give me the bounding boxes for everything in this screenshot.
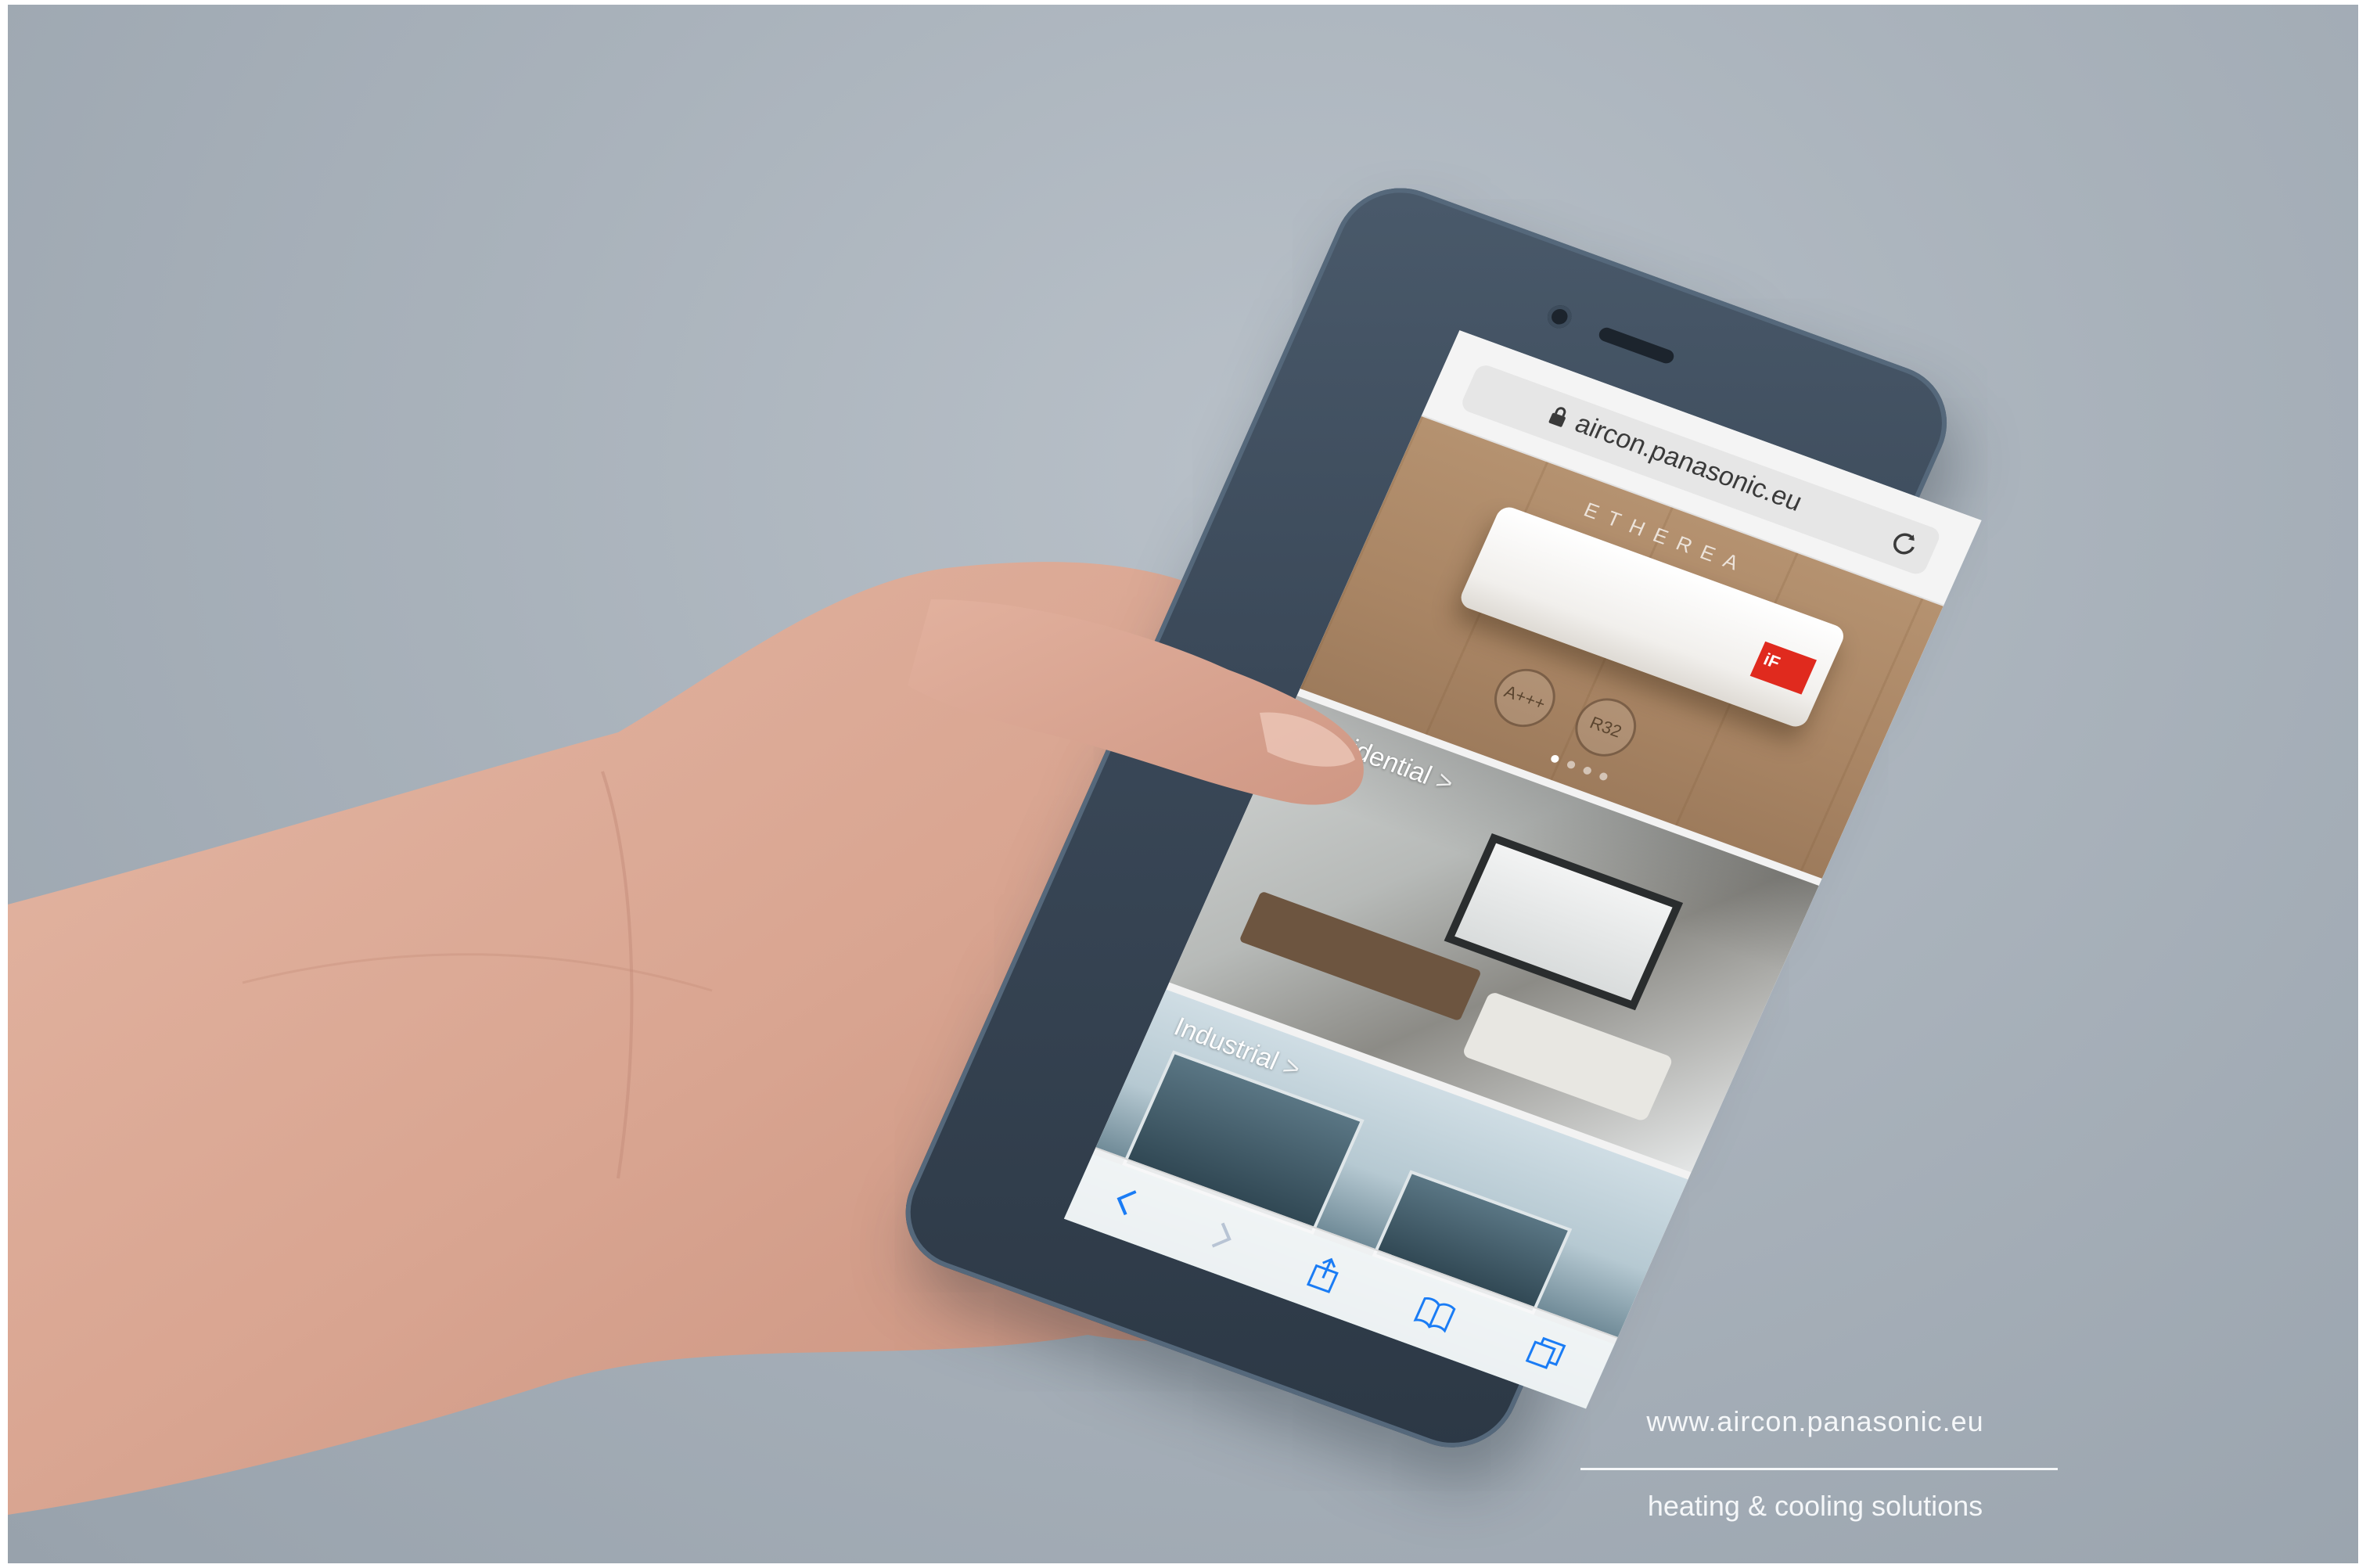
photo-frame: aircon.panasonic.eu ETHEREA iF A+++ R32 … [8,5,2358,1563]
front-camera-icon [1544,301,1576,332]
carousel-dots[interactable] [1548,752,1616,787]
back-icon[interactable] [1101,1178,1152,1225]
energy-class-icon: A+++ [1484,660,1566,735]
share-icon[interactable] [1300,1250,1350,1297]
carousel-dot[interactable] [1581,765,1593,776]
forward-icon[interactable] [1196,1213,1247,1260]
carousel-dot[interactable] [1549,753,1561,764]
refrigerant-label: R32 [1587,712,1625,742]
room-sofa-image [1461,991,1674,1123]
award-badge-label: iF [1760,649,1783,673]
bookmarks-icon[interactable] [1410,1290,1461,1337]
chevron-right-icon: > [1278,1051,1306,1084]
refrigerant-icon: R32 [1566,689,1646,765]
tabs-icon[interactable] [1520,1330,1571,1377]
chevron-right-icon: > [1431,765,1458,799]
carousel-dot[interactable] [1566,760,1577,770]
caption-url: www.aircon.panasonic.eu [1646,1405,1984,1437]
caption-divider [1580,1468,2058,1470]
carousel-dot[interactable] [1598,771,1609,782]
room-table-image [1239,890,1482,1022]
caption-tagline: heating & cooling solutions [1647,1490,1983,1522]
speaker-grille [1596,325,1677,365]
energy-class-label: A+++ [1501,681,1549,714]
room-window-image [1444,833,1684,1011]
